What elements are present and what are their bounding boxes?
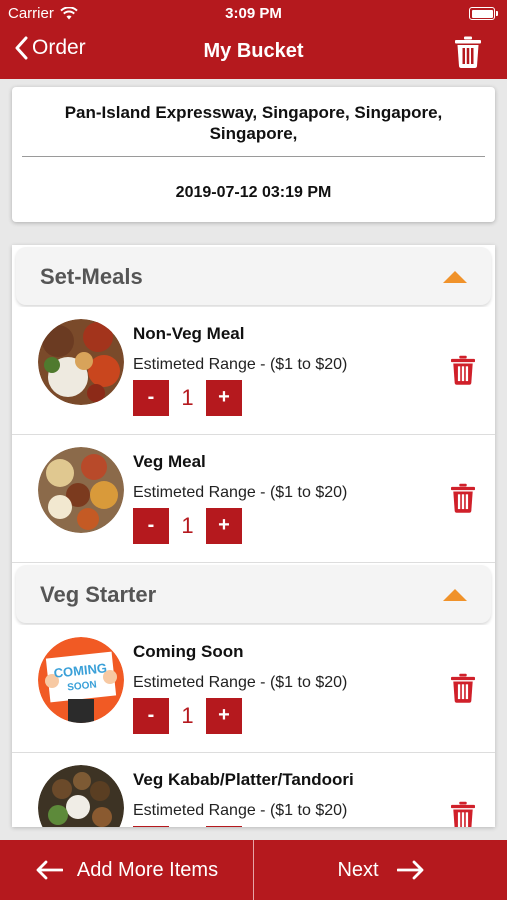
list-item: Veg Meal Estimeted Range - ($1 to $20) -… (12, 435, 495, 563)
page-title: My Bucket (203, 40, 304, 62)
divider (22, 156, 485, 157)
item-name: Veg Meal (133, 452, 206, 471)
trash-icon (451, 355, 475, 385)
item-price-range: Estimeted Range - ($1 to $20) (133, 674, 348, 691)
item-price-range: Estimeted Range - ($1 to $20) (133, 356, 348, 373)
arrow-right-icon (396, 860, 423, 880)
trash-icon (451, 483, 475, 513)
list-item: COMING SOON Coming Soon Estimeted Range … (12, 625, 495, 753)
section-title: Veg Starter (40, 582, 157, 607)
bottom-action-bar: Add More Items Next (0, 840, 507, 900)
item-image-veg-meal (38, 447, 124, 533)
remove-item-button[interactable] (451, 355, 475, 390)
list-item: Non-Veg Meal Estimeted Range - ($1 to $2… (12, 307, 495, 435)
trash-icon (455, 36, 481, 68)
trash-icon (451, 673, 475, 703)
quantity-value: 1 (181, 385, 194, 410)
item-name: Non-Veg Meal (133, 324, 245, 343)
remove-item-button[interactable] (451, 673, 475, 708)
battery-icon (469, 7, 498, 20)
item-image-non-veg-meal (38, 319, 124, 405)
app-header: Carrier 3:09 PM Order My Bucket (0, 0, 507, 79)
list-item: Veg Kabab/Platter/Tandoori Estimeted Ran… (12, 753, 495, 827)
decrease-quantity-button[interactable]: - (133, 826, 169, 827)
section-header-veg-starter[interactable]: Veg Starter (16, 565, 491, 623)
next-button[interactable]: Next (255, 840, 507, 900)
quantity-value: 1 (169, 826, 206, 827)
quantity-value: 1 (181, 513, 194, 538)
item-image-coming-soon: COMING SOON (38, 637, 124, 723)
caret-up-icon[interactable] (443, 589, 467, 601)
add-more-items-button[interactable]: Add More Items (0, 840, 254, 900)
remove-item-button[interactable] (451, 483, 475, 518)
item-name: Coming Soon (133, 642, 244, 661)
item-price-range: Estimeted Range - ($1 to $20) (133, 802, 348, 819)
decrease-quantity-button[interactable]: - (133, 380, 169, 416)
quantity-value: 1 (181, 703, 194, 728)
increase-quantity-button[interactable]: + (206, 826, 242, 827)
decrease-quantity-button[interactable]: - (133, 508, 169, 544)
trash-icon (451, 801, 475, 827)
delivery-address: Pan-Island Expressway, Singapore, Singap… (64, 103, 443, 143)
section-title: Set-Meals (40, 264, 143, 289)
increase-quantity-button[interactable]: + (206, 698, 242, 734)
next-label: Next (337, 858, 379, 881)
status-bar: Carrier 3:09 PM (0, 0, 507, 28)
bucket-list[interactable]: Set-Meals Non-Veg Meal Estimeted Range -… (12, 245, 495, 827)
increase-quantity-button[interactable]: + (206, 508, 242, 544)
decrease-quantity-button[interactable]: - (133, 698, 169, 734)
section-header-set-meals[interactable]: Set-Meals (16, 247, 491, 305)
arrow-left-icon (36, 860, 63, 880)
remove-item-button[interactable] (451, 801, 475, 827)
increase-quantity-button[interactable]: + (206, 380, 242, 416)
delivery-info-card: Pan-Island Expressway, Singapore, Singap… (12, 87, 495, 222)
caret-up-icon[interactable] (443, 271, 467, 283)
item-name: Veg Kabab/Platter/Tandoori (133, 770, 354, 789)
item-image-veg-kabab (38, 765, 124, 827)
delivery-datetime: 2019-07-12 03:19 PM (175, 184, 332, 201)
item-price-range: Estimeted Range - ($1 to $20) (133, 484, 348, 501)
clear-bucket-button[interactable] (455, 36, 481, 73)
add-more-items-label: Add More Items (76, 858, 219, 881)
clock: 3:09 PM (225, 5, 282, 22)
